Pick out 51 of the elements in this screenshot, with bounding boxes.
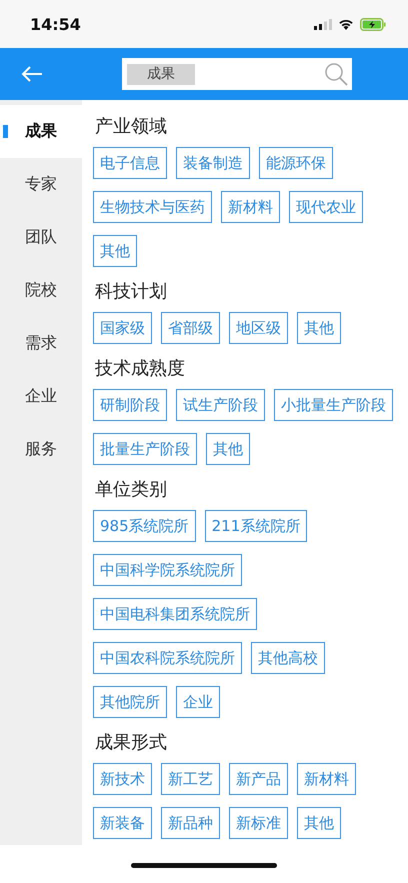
filter-tag[interactable]: 新工艺	[161, 763, 220, 795]
filter-tag[interactable]: 其他高校	[251, 642, 325, 674]
filter-tag[interactable]: 国家级	[93, 312, 152, 344]
filter-tag[interactable]: 电子信息	[93, 147, 167, 179]
filter-tag[interactable]: 装备制造	[176, 147, 250, 179]
search-icon[interactable]	[324, 62, 348, 86]
filter-tag[interactable]: 其他	[93, 235, 137, 267]
filter-tag[interactable]: 其他	[297, 312, 341, 344]
back-icon[interactable]	[21, 65, 43, 83]
filter-tag[interactable]: 新材料	[297, 763, 356, 795]
signal-icon	[314, 18, 332, 30]
sidebar-item[interactable]: 团队	[0, 211, 82, 264]
section-title: 产业领域	[95, 115, 168, 138]
filter-tag[interactable]: 地区级	[229, 312, 288, 344]
filter-tag[interactable]: 小批量生产阶段	[274, 389, 393, 421]
filter-tag[interactable]: 试生产阶段	[176, 389, 265, 421]
sidebar-item[interactable]: 服务	[0, 423, 82, 476]
filter-tag[interactable]: 211系统院所	[204, 510, 308, 542]
filter-tag[interactable]: 生物技术与医药	[93, 191, 212, 223]
section-title: 科技计划	[95, 280, 168, 303]
sidebar-item[interactable]: 成果	[0, 105, 82, 158]
filter-tag[interactable]: 新品种	[161, 807, 220, 839]
sidebar-item[interactable]: 院校	[0, 264, 82, 317]
filter-tag[interactable]: 中国科学院系统院所	[93, 554, 242, 586]
wifi-icon	[338, 18, 354, 30]
sidebar-item[interactable]: 需求	[0, 317, 82, 370]
section-title: 成果形式	[95, 731, 168, 754]
section-title: 单位类别	[95, 478, 168, 501]
filter-tag[interactable]: 中国农科院系统院所	[93, 642, 242, 674]
filter-tag[interactable]: 其他	[206, 433, 250, 465]
filter-tag[interactable]: 新材料	[221, 191, 280, 223]
filter-tag[interactable]: 中国电科集团系统院所	[93, 598, 257, 630]
battery-icon	[360, 18, 386, 30]
filter-tag[interactable]: 新标准	[229, 807, 288, 839]
filter-tag[interactable]: 企业	[176, 686, 220, 718]
section-title: 技术成熟度	[95, 357, 186, 380]
filter-tag[interactable]: 批量生产阶段	[93, 433, 197, 465]
filter-tag[interactable]: 其他	[297, 807, 341, 839]
filter-tag[interactable]: 研制阶段	[93, 389, 167, 421]
filter-tag[interactable]: 现代农业	[289, 191, 363, 223]
filter-tag[interactable]: 新装备	[93, 807, 152, 839]
filter-tag[interactable]: 新产品	[229, 763, 288, 795]
filter-tag[interactable]: 能源环保	[259, 147, 333, 179]
filter-tag[interactable]: 985系统院所	[93, 510, 196, 542]
sidebar-item[interactable]: 专家	[0, 158, 82, 211]
filter-tag[interactable]: 新技术	[93, 763, 152, 795]
clock: 14:54	[30, 14, 81, 34]
filter-tag[interactable]: 省部级	[161, 312, 220, 344]
search-field[interactable]: 成果	[122, 58, 352, 90]
sidebar-item[interactable]: 企业	[0, 370, 82, 423]
filter-tag[interactable]: 其他院所	[93, 686, 167, 718]
